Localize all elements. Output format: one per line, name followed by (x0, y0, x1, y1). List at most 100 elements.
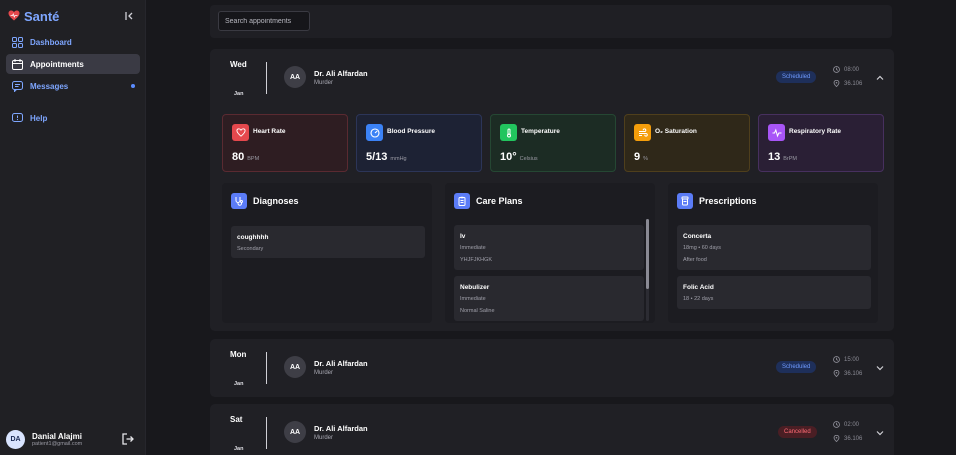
sidebar-item-dashboard[interactable]: Dashboard (6, 32, 140, 52)
calendar-icon (12, 58, 23, 70)
brand-logo[interactable]: Santé (8, 9, 59, 24)
chevron-up-icon[interactable] (876, 74, 884, 82)
location-text: 36.106 (844, 435, 863, 442)
vital-value: 5/13 mmHg (366, 151, 407, 163)
logout-icon[interactable] (122, 432, 134, 445)
divider (266, 352, 267, 384)
thermometer-icon (500, 124, 517, 141)
user-profile: DA Danial Alajmi patient1@gmail.com (6, 429, 140, 449)
wind-icon (634, 124, 651, 141)
doctor-name: Dr. Ali Alfardan (314, 69, 368, 78)
doctor-specialty: Murder (314, 370, 334, 376)
brand-name: Santé (24, 9, 60, 24)
appointment-header[interactable]: Wed Jan AA Dr. Ali Alfardan Murder Sched… (210, 49, 894, 107)
sidebar-item-appointments[interactable]: Appointments (6, 54, 140, 74)
panel-title: Care Plans (476, 196, 523, 206)
appointment-day: Wed (230, 60, 247, 69)
vital-unit: BrPM (783, 156, 797, 162)
care-plan-item[interactable]: Iv Immediate YHJFJKHGK (454, 225, 644, 270)
unread-indicator (131, 84, 135, 88)
prescription-item[interactable]: Concerta 18mg • 60 days After food (677, 225, 871, 270)
vital-unit: mmHg (390, 156, 407, 162)
vital-number: 5/13 (366, 151, 388, 163)
vital-number: 13 (768, 151, 781, 163)
scrollbar[interactable] (646, 219, 649, 321)
appointment-location: 36.106 (833, 370, 862, 377)
care-plan-name: Nebulizer (460, 284, 490, 291)
care-plan-priority: Immediate (460, 296, 486, 302)
prescription-name: Concerta (683, 233, 712, 240)
vital-number: 10° (500, 151, 517, 163)
vital-value: 9% (634, 151, 648, 163)
vital-label: Temperature (521, 128, 560, 135)
vital-unit: % (643, 156, 649, 162)
prescription-name: Folic Acid (683, 284, 714, 291)
appointment-header[interactable]: Sat Jan AA Dr. Ali Alfardan Murder Cance… (210, 404, 894, 455)
diagnosis-name: coughhhh (237, 234, 269, 241)
search-bar (210, 5, 892, 38)
appointment-time: 02:00 (833, 421, 859, 428)
sidebar-item-label: Messages (30, 81, 69, 91)
sidebar-item-label: Help (30, 113, 48, 123)
status-badge: Scheduled (776, 361, 817, 373)
appointment-header[interactable]: Mon Jan AA Dr. Ali Alfardan Murder Sched… (210, 339, 894, 397)
doctor-avatar: AA (284, 421, 306, 443)
vital-label: Heart Rate (253, 128, 286, 135)
care-plan-note: Normal Saline (460, 308, 495, 314)
doctor-name: Dr. Ali Alfardan (314, 424, 368, 433)
dashboard-icon (12, 36, 23, 48)
message-icon (12, 80, 23, 92)
vital-label: Blood Pressure (387, 128, 436, 135)
vital-value: 80 BPM (232, 151, 259, 163)
sidebar-item-messages[interactable]: Messages (6, 76, 140, 96)
doctor-specialty: Murder (314, 80, 334, 86)
activity-icon (768, 124, 785, 141)
care-plan-priority: Immediate (460, 245, 486, 251)
sidebar-item-help[interactable]: Help (6, 108, 140, 128)
avatar[interactable]: DA (6, 429, 25, 449)
collapse-sidebar-button[interactable] (123, 10, 135, 22)
divider (266, 62, 267, 94)
location-pin-icon (833, 80, 840, 87)
vital-temperature: Temperature 10° Celsius (490, 114, 616, 172)
vital-unit: BPM (247, 156, 260, 162)
search-input[interactable] (218, 11, 310, 31)
care-plans-panel: Care Plans Iv Immediate YHJFJKHGK Nebuli… (445, 183, 655, 323)
appointment-day: Sat (230, 415, 243, 424)
user-name: Danial Alajmi (32, 431, 82, 441)
location-pin-icon (833, 435, 840, 442)
divider (266, 417, 267, 449)
sidebar: Santé Dashboard Appointments Messages He… (0, 0, 146, 455)
heart-logo-icon (8, 10, 20, 24)
records-panels: Diagnoses coughhhh Secondary Care Plans … (222, 183, 878, 323)
care-plan-note: YHJFJKHGK (460, 257, 493, 263)
help-icon (12, 112, 23, 124)
chevron-down-icon[interactable] (876, 429, 884, 437)
vital-value: 13 BrPM (768, 151, 797, 163)
care-plan-item[interactable]: Nebulizer Immediate Normal Saline (454, 276, 644, 321)
clipboard-icon (454, 193, 470, 209)
vital-unit: Celsius (519, 156, 538, 162)
vital-blood-pressure: Blood Pressure 5/13 mmHg (356, 114, 482, 172)
vital-value: 10° Celsius (500, 151, 538, 163)
stethoscope-icon (231, 193, 247, 209)
clock-icon (833, 66, 840, 73)
appointment-card: Sat Jan AA Dr. Ali Alfardan Murder Cance… (210, 404, 894, 455)
vital-label: O₂ Saturation (655, 128, 697, 135)
sidebar-item-label: Appointments (30, 59, 84, 69)
heart-icon (232, 124, 249, 141)
vital-heart-rate: Heart Rate 80 BPM (222, 114, 348, 172)
appointment-month: Jan (234, 381, 244, 387)
clock-icon (833, 356, 840, 363)
vital-label: Respiratory Rate (789, 128, 842, 135)
appointment-time: 08:00 (833, 66, 859, 73)
diagnosis-item[interactable]: coughhhh Secondary (231, 226, 425, 258)
doctor-avatar: AA (284, 66, 306, 88)
prescription-item[interactable]: Folic Acid 18 • 22 days (677, 276, 871, 309)
scrollbar-thumb[interactable] (646, 219, 649, 289)
vital-respiratory-rate: Respiratory Rate 13 BrPM (758, 114, 884, 172)
appointment-month: Jan (234, 446, 244, 452)
doctor-avatar: AA (284, 356, 306, 378)
status-badge: Scheduled (776, 71, 817, 83)
chevron-down-icon[interactable] (876, 364, 884, 372)
